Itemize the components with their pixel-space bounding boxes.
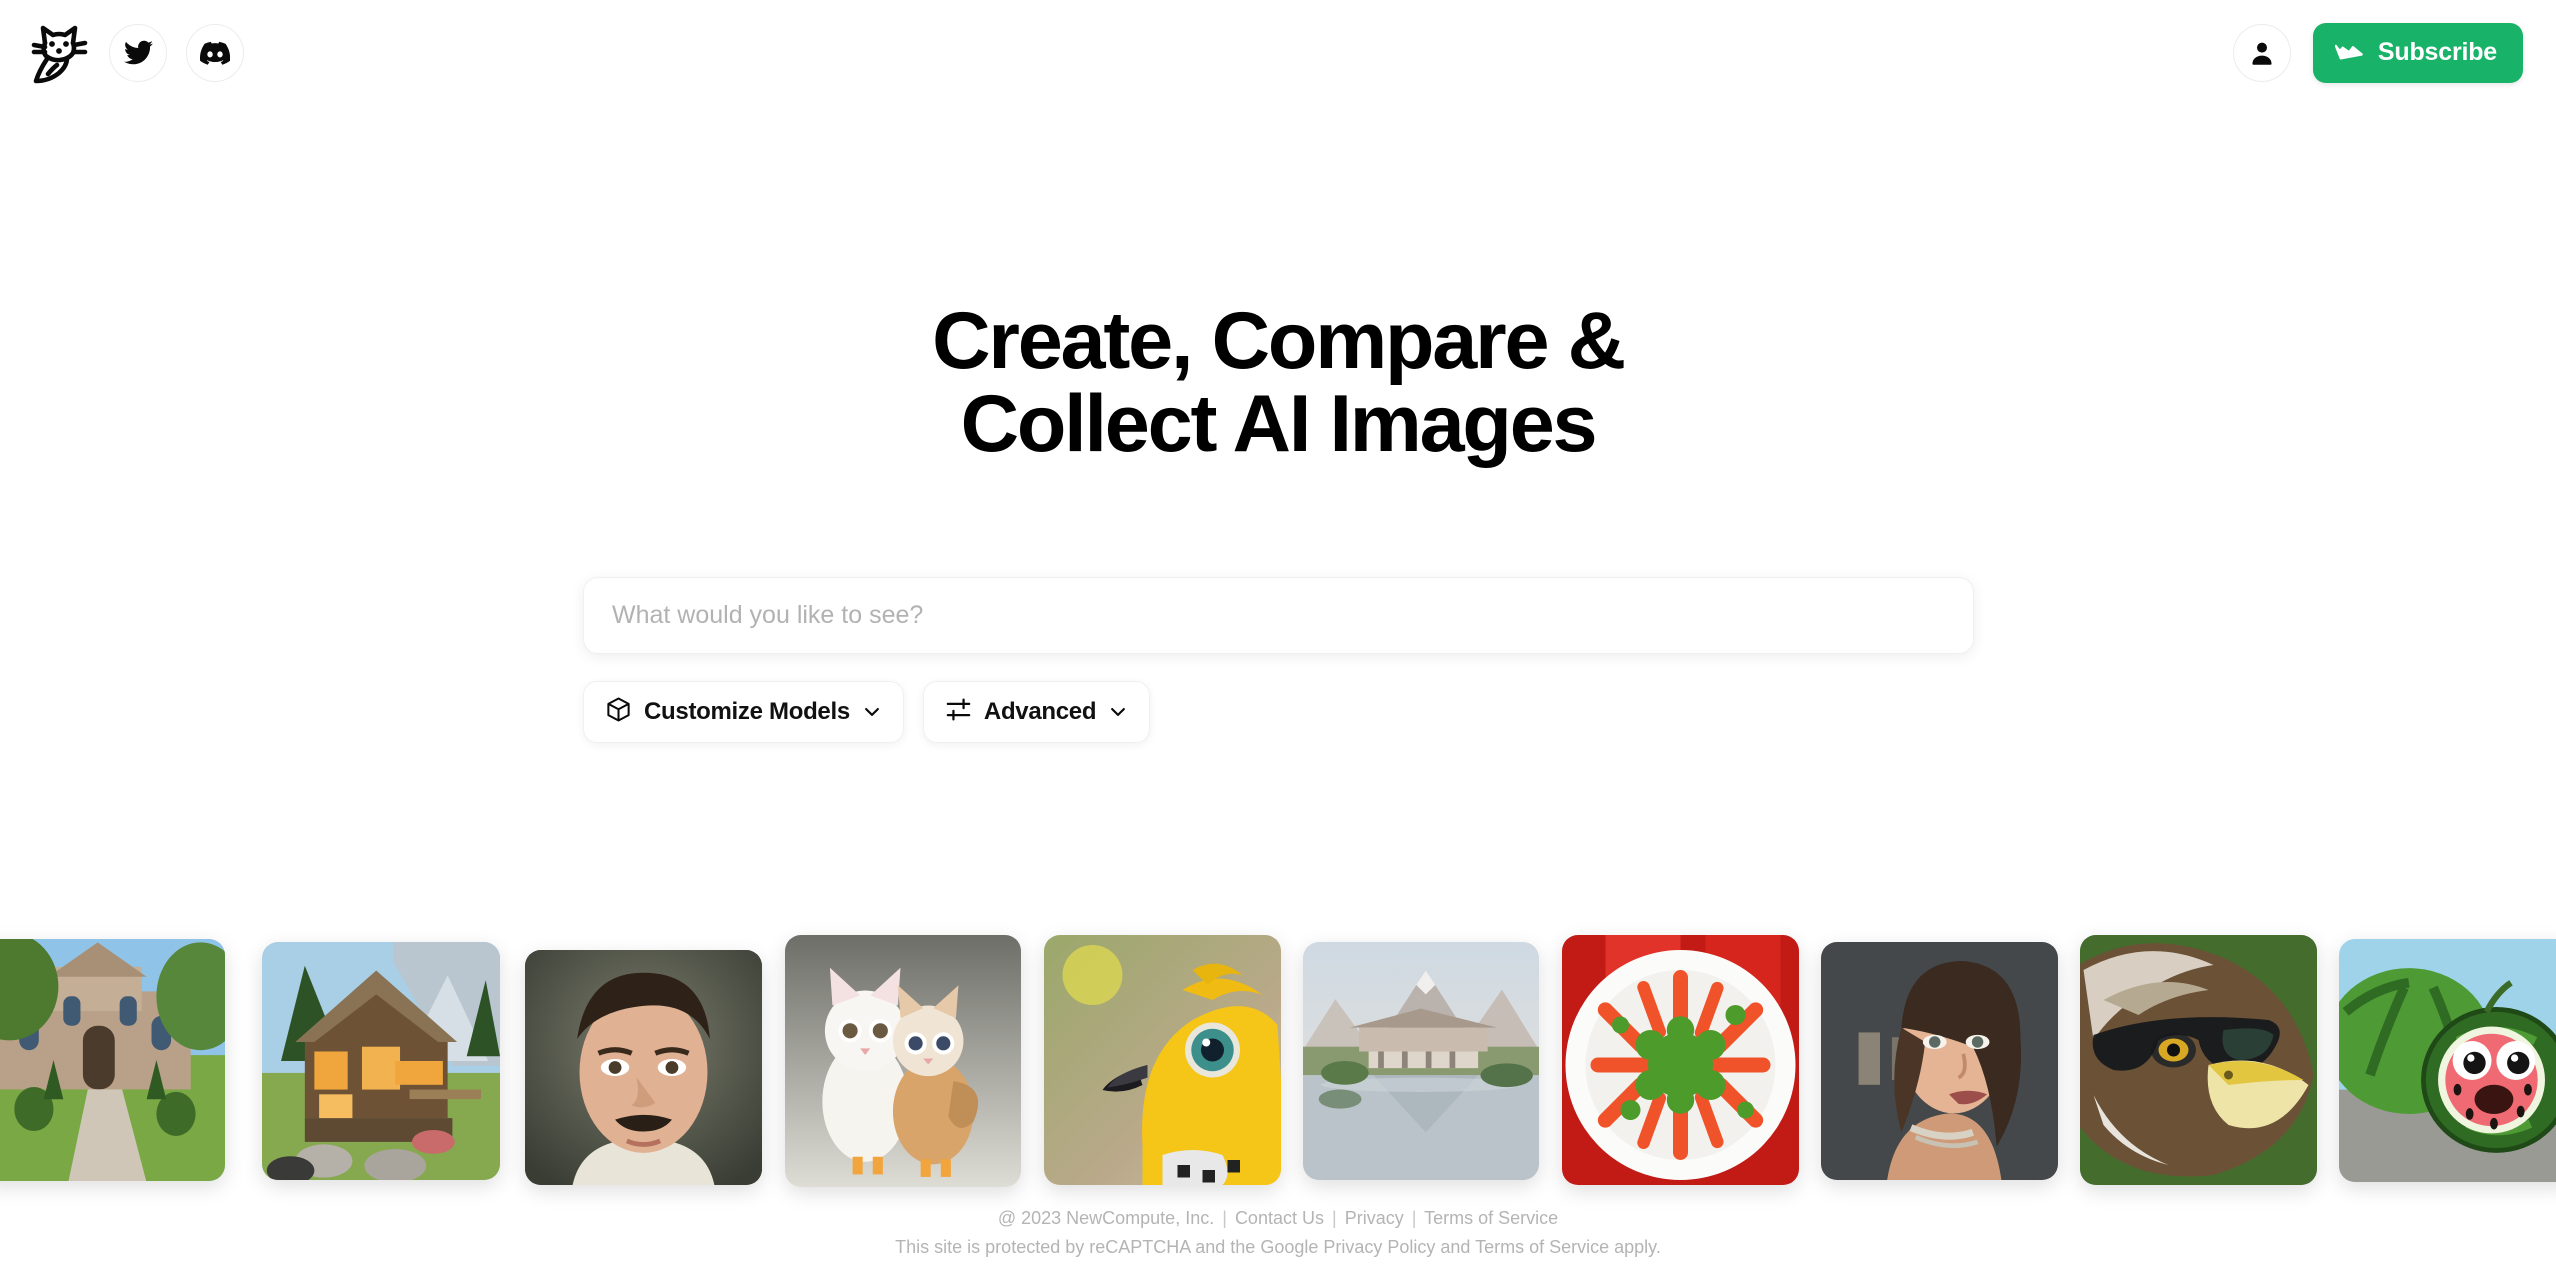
- gallery-image: [2339, 939, 2556, 1182]
- gallery-card[interactable]: [1303, 942, 1539, 1180]
- gallery-image: [785, 935, 1021, 1187]
- footer-copyright: @ 2023 NewCompute, Inc.: [997, 1208, 1215, 1228]
- twitter-icon[interactable]: [109, 23, 167, 82]
- hero-section: Create, Compare & Collect AI Images: [0, 296, 2556, 470]
- page-title-line-2: Collect AI Images: [960, 379, 1598, 470]
- gallery-image: [1821, 942, 2058, 1180]
- gallery-card[interactable]: [1821, 942, 2058, 1180]
- footer-separator: |: [1222, 1208, 1227, 1228]
- sliders-icon: [945, 696, 972, 728]
- subscribe-label: Subscribe: [2377, 38, 2497, 66]
- gallery-card[interactable]: [525, 950, 762, 1185]
- chevron-down-icon: [862, 702, 882, 722]
- page-title-line-1: Create, Compare &: [932, 296, 1626, 386]
- gallery-card[interactable]: [0, 939, 225, 1181]
- prompt-options-row: Customize Models Advanced: [583, 681, 1151, 743]
- cube-icon: [605, 696, 632, 728]
- gallery-image: [525, 950, 762, 1185]
- header-left-group: [28, 20, 244, 86]
- gallery-card[interactable]: [785, 935, 1021, 1187]
- crown-icon: [2334, 39, 2365, 66]
- subscribe-button[interactable]: Subscribe: [2312, 22, 2523, 83]
- gallery-image: [2080, 935, 2317, 1185]
- gallery-card[interactable]: [2339, 939, 2556, 1182]
- recaptcha-notice: This site is protected by reCAPTCHA and …: [895, 1237, 1661, 1258]
- chevron-down-icon: [1108, 702, 1128, 722]
- user-avatar-icon[interactable]: [2232, 23, 2291, 82]
- gallery-image: [1562, 935, 1799, 1185]
- footer-separator: |: [1411, 1208, 1417, 1228]
- footer-link-terms-of-service[interactable]: Terms of Service: [1424, 1208, 1558, 1228]
- image-gallery-strip[interactable]: [0, 930, 2556, 1190]
- footer-link-privacy[interactable]: Privacy: [1345, 1208, 1404, 1228]
- gallery-card[interactable]: [1044, 935, 1281, 1185]
- cat-logo-icon[interactable]: [28, 20, 90, 86]
- gallery-image: [0, 939, 225, 1181]
- customize-models-label: Customize Models: [644, 698, 850, 725]
- advanced-label: Advanced: [983, 698, 1097, 725]
- header-right-group: Subscribe: [2232, 22, 2523, 83]
- gallery-card[interactable]: [1562, 935, 1799, 1185]
- site-header: Subscribe: [0, 0, 2556, 105]
- search-container: [583, 577, 1974, 654]
- footer-legal-line: @ 2023 NewCompute, Inc. | Contact Us | P…: [0, 1205, 2556, 1231]
- footer-separator: |: [1332, 1208, 1337, 1228]
- discord-icon[interactable]: [186, 23, 244, 82]
- page-title: Create, Compare & Collect AI Images: [0, 296, 2556, 470]
- gallery-card[interactable]: [262, 942, 500, 1180]
- advanced-button[interactable]: Advanced: [922, 681, 1151, 743]
- search-input[interactable]: [583, 577, 1974, 654]
- gallery-image: [1044, 935, 1281, 1185]
- gallery-card[interactable]: [2080, 935, 2317, 1185]
- gallery-image: [1303, 942, 1539, 1180]
- site-footer: @ 2023 NewCompute, Inc. | Contact Us | P…: [0, 1205, 2556, 1260]
- footer-link-contact-us[interactable]: Contact Us: [1235, 1208, 1324, 1228]
- homepage-root: Subscribe Create, Compare & Collect AI I…: [0, 0, 2556, 1267]
- gallery-image: [262, 942, 500, 1180]
- customize-models-button[interactable]: Customize Models: [583, 681, 904, 743]
